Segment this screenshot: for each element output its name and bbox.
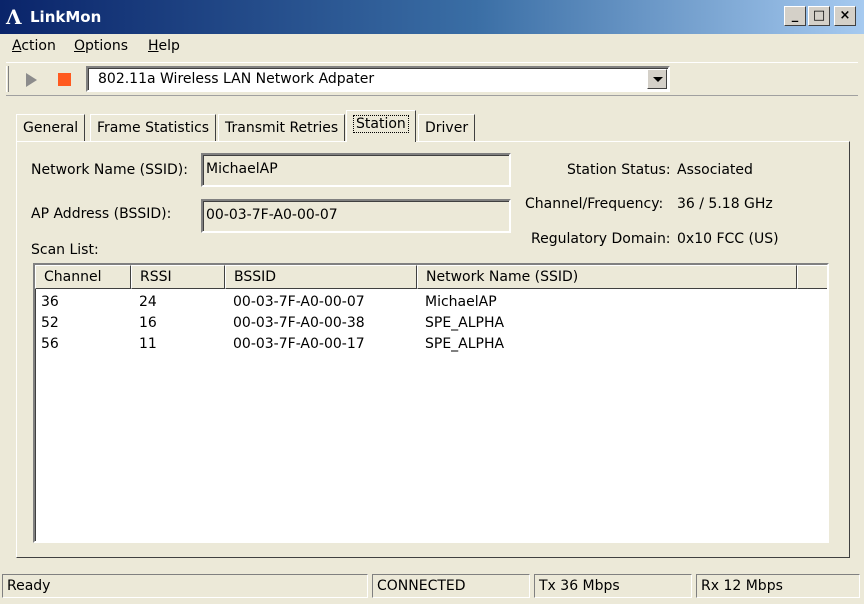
app-logo-icon: Λ (6, 5, 22, 29)
status-rx-rate: Rx 12 Mbps (696, 574, 860, 598)
tab-transmit-retries-label: Transmit Retries (225, 120, 339, 136)
table-row[interactable]: 52 16 00-03-7F-A0-00-38 SPE_ALPHA (35, 315, 827, 335)
column-header-channel[interactable]: Channel (35, 265, 131, 289)
toolbar-grip[interactable] (6, 66, 9, 92)
tab-general-label: General (23, 120, 79, 136)
scan-list-header: Channel RSSI BSSID Network Name (SSID) (35, 265, 827, 289)
stop-icon[interactable] (58, 73, 71, 86)
table-row[interactable]: 36 24 00-03-7F-A0-00-07 MichaelAP (35, 294, 827, 314)
cell-ssid: MichaelAP (425, 294, 497, 310)
menu-options-accel: O (74, 38, 86, 54)
cell-rssi: 16 (139, 315, 157, 331)
ssid-field: MichaelAP (201, 153, 511, 187)
close-button[interactable]: × (834, 6, 856, 26)
maximize-button[interactable]: □ (808, 6, 830, 26)
menu-bar: Action Options Help (0, 34, 864, 58)
tab-driver-label: Driver (425, 120, 469, 136)
window-title: LinkMon (30, 8, 102, 26)
toolbar: 802.11a Wireless LAN Network Adpater (6, 62, 858, 96)
menu-help-label: elp (158, 38, 180, 54)
menu-action-accel: A (12, 38, 22, 54)
menu-options[interactable]: Options (74, 38, 128, 54)
cell-rssi: 24 (139, 294, 157, 310)
cell-channel: 52 (41, 315, 59, 331)
channel-frequency-label: Channel/Frequency: (525, 196, 664, 212)
minimize-button[interactable]: _ (784, 6, 806, 26)
title-bar[interactable]: Λ LinkMon _ □ × (0, 0, 864, 34)
tab-frame-statistics[interactable]: Frame Statistics (90, 114, 217, 142)
menu-action[interactable]: Action (12, 38, 56, 54)
menu-action-label: ction (21, 38, 56, 54)
channel-frequency-value: 36 / 5.18 GHz (677, 196, 773, 212)
scan-list-label: Scan List: (31, 242, 99, 258)
scan-list[interactable]: Channel RSSI BSSID Network Name (SSID) 3… (33, 263, 829, 543)
menu-options-label: ptions (85, 38, 129, 54)
tab-station[interactable]: Station (346, 110, 416, 142)
column-header-filler (797, 265, 827, 289)
cell-channel: 36 (41, 294, 59, 310)
play-icon[interactable] (26, 73, 37, 87)
tab-frame-statistics-label: Frame Statistics (97, 120, 210, 136)
cell-ssid: SPE_ALPHA (425, 336, 505, 352)
adapter-select-value: 802.11a Wireless LAN Network Adpater (98, 71, 375, 87)
ssid-label: Network Name (SSID): (31, 162, 188, 178)
adapter-select[interactable]: 802.11a Wireless LAN Network Adpater (86, 66, 670, 92)
station-status-value: Associated (677, 162, 753, 178)
status-bar: Ready CONNECTED Tx 36 Mbps Rx 12 Mbps (0, 572, 864, 600)
cell-ssid: SPE_ALPHA (425, 315, 505, 331)
tab-general[interactable]: General (16, 114, 86, 142)
tab-driver[interactable]: Driver (418, 114, 476, 142)
status-tx-rate: Tx 36 Mbps (534, 574, 692, 598)
station-panel: Network Name (SSID): MichaelAP AP Addres… (16, 141, 850, 558)
menu-help-accel: H (148, 38, 159, 54)
column-header-rssi[interactable]: RSSI (131, 265, 225, 289)
column-header-bssid[interactable]: BSSID (225, 265, 417, 289)
cell-bssid: 00-03-7F-A0-00-38 (233, 315, 365, 331)
status-ready: Ready (2, 574, 368, 598)
table-row[interactable]: 56 11 00-03-7F-A0-00-17 SPE_ALPHA (35, 336, 827, 356)
menu-help[interactable]: Help (148, 38, 180, 54)
status-connection: CONNECTED (372, 574, 530, 598)
bssid-label: AP Address (BSSID): (31, 206, 172, 222)
tab-transmit-retries[interactable]: Transmit Retries (218, 114, 346, 142)
station-status-label: Station Status: (567, 162, 671, 178)
bssid-field: 00-03-7F-A0-00-07 (201, 199, 511, 233)
cell-channel: 56 (41, 336, 59, 352)
column-header-ssid[interactable]: Network Name (SSID) (417, 265, 797, 289)
chevron-down-icon[interactable] (647, 69, 667, 89)
regulatory-domain-value: 0x10 FCC (US) (677, 231, 779, 247)
cell-bssid: 00-03-7F-A0-00-07 (233, 294, 365, 310)
tab-station-label: Station (353, 115, 409, 133)
cell-rssi: 11 (139, 336, 157, 352)
cell-bssid: 00-03-7F-A0-00-17 (233, 336, 365, 352)
regulatory-domain-label: Regulatory Domain: (531, 231, 671, 247)
